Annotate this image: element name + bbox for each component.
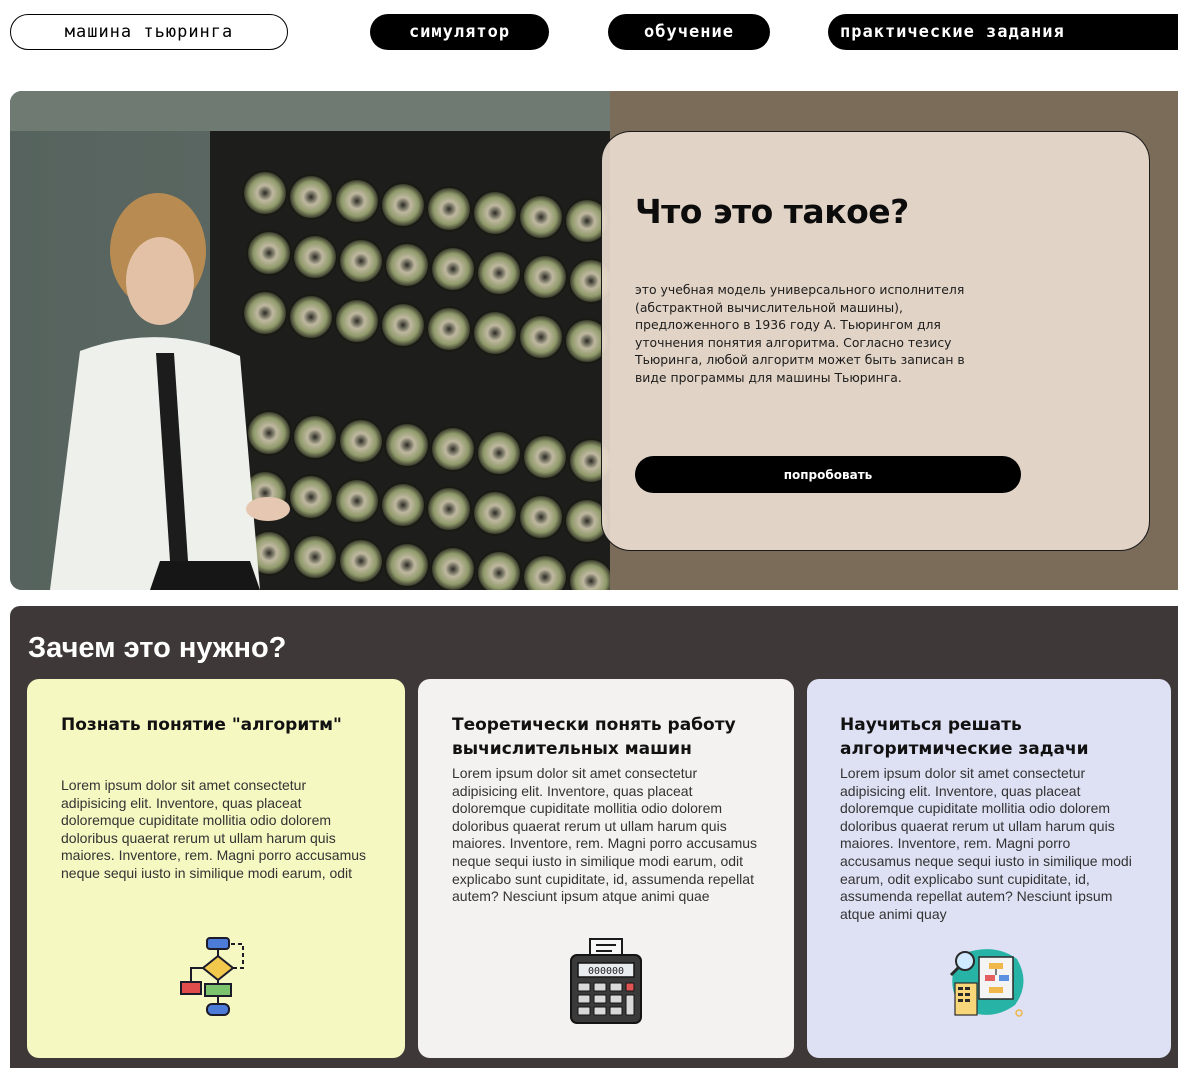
drum-wheel (522, 434, 568, 480)
try-button[interactable]: попробовать (635, 456, 1021, 493)
drum-wheel (518, 494, 564, 540)
drum-wheel (476, 250, 522, 296)
drum-wheel (288, 474, 334, 520)
hero-info-card: Что это такое? это учебная модель универ… (601, 131, 1150, 551)
drum-wheel (522, 254, 568, 300)
drum-wheel (476, 430, 522, 476)
algorithm-analysis-icon (949, 949, 1024, 1017)
drum-wheel (472, 490, 518, 536)
hero-section: Что это такое? это учебная модель универ… (10, 91, 1178, 590)
card-text: Lorem ipsum dolor sit amet consectetur a… (840, 765, 1132, 922)
drum-wheel (518, 314, 564, 360)
feature-card-computers: Теоретически понять работу вычислительны… (418, 679, 794, 1058)
top-navigation: машина тьюринга симулятор обучение практ… (0, 0, 1178, 70)
drum-wheel (338, 418, 384, 464)
hero-description: это учебная модель универсального исполн… (635, 282, 965, 385)
drum-wheel (384, 422, 430, 468)
drum-wheel (518, 194, 564, 240)
drum-wheel (430, 246, 476, 292)
drum-wheel (380, 482, 426, 528)
drum-wheel (476, 550, 522, 590)
drum-wheel (246, 410, 292, 456)
why-section: Зачем это нужно? Познать понятие "алгори… (10, 606, 1178, 1068)
card-title: Научиться решать алгоритмические задачи (840, 715, 1089, 759)
drum-wheel (292, 414, 338, 460)
drum-wheel (334, 478, 380, 524)
drum-wheel (426, 486, 472, 532)
drum-wheel (288, 174, 334, 220)
hero-title: Что это такое? (635, 192, 909, 231)
drum-wheel (246, 230, 292, 276)
brand-logo-link[interactable]: машина тьюринга (10, 14, 288, 50)
drum-wheel (334, 298, 380, 344)
drum-wheel (338, 538, 384, 584)
drum-wheel (338, 238, 384, 284)
drum-wheel (384, 542, 430, 588)
card-text: Lorem ipsum dolor sit amet consectetur a… (452, 765, 758, 905)
drum-wheel (384, 242, 430, 288)
drum-wheel (472, 310, 518, 356)
nav-link-practice[interactable]: практические задания (828, 14, 1178, 50)
drum-wheel (472, 190, 518, 236)
calculator-icon: 000000 (570, 938, 642, 1024)
feature-card-algorithm: Познать понятие "алгоритм" Lorem ipsum d… (27, 679, 405, 1058)
flowchart-icon (180, 937, 244, 1016)
section-title: Зачем это нужно? (28, 632, 287, 664)
drum-wheel (380, 302, 426, 348)
drum-wheel (292, 234, 338, 280)
nav-link-learning[interactable]: обучение (608, 14, 770, 50)
drum-wheel (426, 186, 472, 232)
card-title: Теоретически понять работу вычислительны… (452, 715, 736, 759)
card-title: Познать понятие "алгоритм" (61, 715, 342, 735)
drum-wheel (288, 294, 334, 340)
drum-wheel (380, 182, 426, 228)
calculator-display: 000000 (588, 966, 624, 977)
drum-wheel (242, 290, 288, 336)
drum-wheel (242, 170, 288, 216)
drum-wheel (522, 554, 568, 590)
drum-wheel (426, 306, 472, 352)
nav-link-simulator[interactable]: симулятор (370, 14, 549, 50)
feature-card-tasks: Научиться решать алгоритмические задачи … (807, 679, 1171, 1058)
card-text: Lorem ipsum dolor sit amet consectetur a… (61, 777, 367, 881)
drum-wheel (334, 178, 380, 224)
drum-wheel (292, 534, 338, 580)
drum-wheel (430, 546, 476, 590)
drum-wheel (430, 426, 476, 472)
